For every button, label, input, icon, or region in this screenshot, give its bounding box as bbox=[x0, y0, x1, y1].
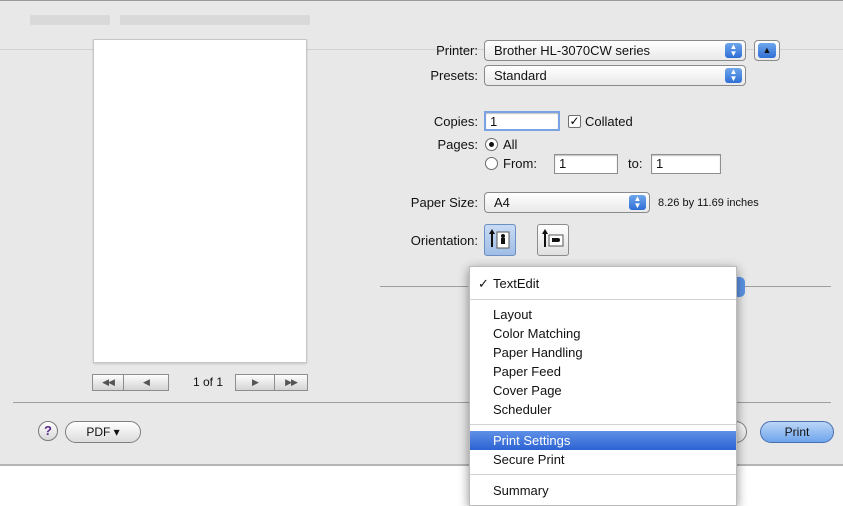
pages-to-field[interactable]: 1 bbox=[651, 154, 721, 174]
stepper-arrows-icon: ▲ ▼ bbox=[725, 68, 742, 83]
first-page-button[interactable]: ◀◀ bbox=[92, 374, 124, 391]
menu-item-textedit[interactable]: ✓ TextEdit bbox=[470, 274, 736, 293]
faded-toolbar bbox=[30, 15, 110, 25]
presets-label: Presets: bbox=[430, 68, 478, 83]
presets-value: Standard bbox=[494, 68, 547, 83]
paper-size-value: A4 bbox=[494, 195, 510, 210]
panel-menu: ✓ TextEdit Layout Color Matching Paper H… bbox=[469, 266, 737, 506]
menu-item-paper-feed[interactable]: Paper Feed bbox=[470, 362, 736, 381]
pages-from-field[interactable]: 1 bbox=[554, 154, 618, 174]
next-page-button[interactable]: ▶ bbox=[235, 374, 275, 391]
section-divider bbox=[380, 286, 468, 287]
presets-popup[interactable]: Standard ▲ ▼ bbox=[484, 65, 746, 86]
section-divider bbox=[739, 286, 831, 287]
menu-item-print-settings[interactable]: Print Settings bbox=[470, 431, 736, 450]
collated-label: Collated bbox=[585, 114, 633, 129]
menu-item-scheduler[interactable]: Scheduler bbox=[470, 400, 736, 419]
faded-toolbar bbox=[120, 15, 310, 25]
menu-item-summary[interactable]: Summary bbox=[470, 481, 736, 500]
checkmark-icon: ✓ bbox=[478, 276, 489, 291]
printer-value: Brother HL-3070CW series bbox=[494, 43, 651, 58]
prev-page-button[interactable]: ◀ bbox=[123, 374, 169, 391]
menu-item-layout[interactable]: Layout bbox=[470, 305, 736, 324]
copies-label: Copies: bbox=[433, 114, 478, 129]
menu-item-label: TextEdit bbox=[493, 276, 540, 291]
portrait-orientation-icon bbox=[489, 229, 510, 249]
pages-from-radio[interactable] bbox=[485, 157, 498, 170]
last-page-button[interactable]: ▶▶ bbox=[274, 374, 308, 391]
collated-checkbox[interactable]: ✓ bbox=[568, 115, 581, 128]
pages-label: Pages: bbox=[437, 137, 478, 152]
page-indicator: 1 of 1 bbox=[193, 375, 224, 389]
page-preview bbox=[93, 39, 307, 363]
paper-size-popup[interactable]: A4 ▲ ▼ bbox=[484, 192, 650, 213]
disclosure-button[interactable]: ▲ bbox=[754, 40, 780, 61]
paper-size-label: Paper Size: bbox=[410, 195, 478, 210]
menu-item-cover-page[interactable]: Cover Page bbox=[470, 381, 736, 400]
landscape-orientation-icon bbox=[542, 229, 564, 247]
pdf-button[interactable]: PDF ▾ bbox=[65, 421, 141, 443]
menu-divider bbox=[470, 474, 736, 475]
disclosure-up-icon: ▲ bbox=[758, 43, 776, 58]
stepper-arrows-icon: ▲ ▼ bbox=[629, 195, 646, 210]
pages-to-label: to: bbox=[628, 156, 643, 171]
menu-item-secure-print[interactable]: Secure Print bbox=[470, 450, 736, 469]
menu-divider bbox=[470, 424, 736, 425]
pages-all-radio[interactable] bbox=[485, 138, 498, 151]
pages-from-label: From: bbox=[503, 156, 537, 171]
orientation-label: Orientation: bbox=[410, 233, 478, 248]
landscape-orientation-button[interactable] bbox=[537, 224, 569, 256]
menu-item-color-matching[interactable]: Color Matching bbox=[470, 324, 736, 343]
printer-popup[interactable]: Brother HL-3070CW series ▲ ▼ bbox=[484, 40, 746, 61]
copies-field[interactable]: 1 bbox=[484, 111, 560, 131]
menu-divider bbox=[470, 299, 736, 300]
stepper-arrows-icon: ▲ ▼ bbox=[725, 43, 742, 58]
help-icon[interactable]: ? bbox=[38, 421, 58, 441]
pages-all-label: All bbox=[503, 137, 518, 152]
portrait-orientation-button[interactable] bbox=[484, 224, 516, 256]
menu-item-paper-handling[interactable]: Paper Handling bbox=[470, 343, 736, 362]
print-button[interactable]: Print bbox=[760, 421, 834, 443]
printer-label: Printer: bbox=[436, 43, 478, 58]
paper-size-dimensions: 8.26 by 11.69 inches bbox=[658, 197, 759, 209]
